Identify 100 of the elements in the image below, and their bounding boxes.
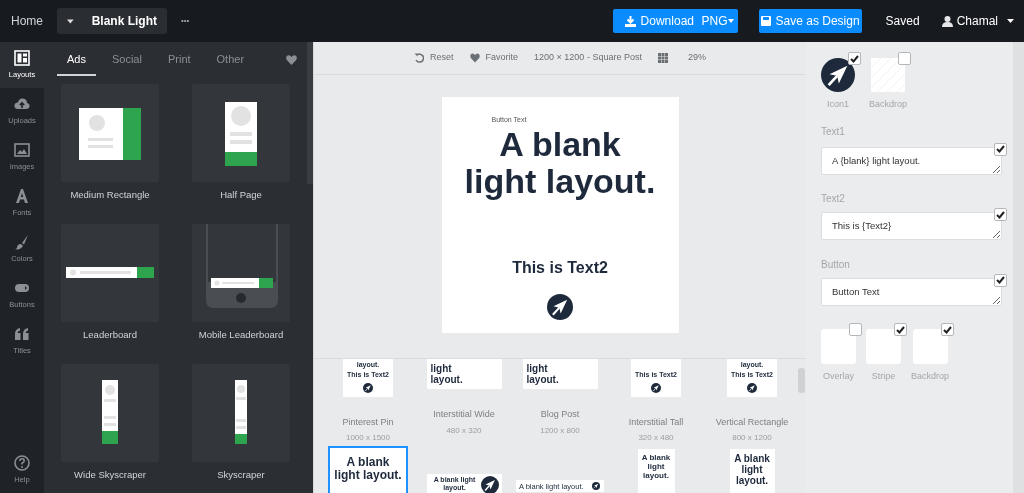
template-size: 320 x 480 — [638, 432, 674, 444]
category-tab[interactable]: Ads — [57, 44, 96, 76]
template-title: Interstitial Tall — [628, 415, 684, 429]
swatch-label: Overlay — [823, 370, 854, 383]
save-status: Saved — [885, 13, 920, 30]
reset-button[interactable]: Reset — [414, 51, 454, 65]
layout-title: Leaderboard — [83, 328, 137, 342]
scrollbar-thumb[interactable] — [307, 42, 313, 184]
quote-icon — [14, 325, 30, 342]
layout-title: Skyscraper — [217, 468, 265, 482]
undo-icon — [414, 53, 425, 63]
template-thumbnail[interactable]: A blank light layout. — [637, 449, 675, 493]
template-title: Vertical Rectangle — [715, 415, 789, 429]
font-icon — [14, 187, 30, 204]
layout-card[interactable] — [192, 224, 290, 322]
scrollbar-thumb[interactable] — [798, 368, 805, 393]
color-swatch[interactable] — [912, 329, 948, 364]
caret-icon — [1007, 19, 1014, 23]
grid-icon — [657, 53, 668, 63]
template-size: 1200 x 800 — [540, 424, 580, 437]
layout-card[interactable] — [192, 84, 290, 182]
arrow-circle-icon — [547, 293, 573, 320]
check-icon — [896, 325, 905, 334]
color-swatch[interactable] — [866, 329, 901, 364]
template-size: 480 x 320 — [446, 424, 482, 437]
text-field[interactable]: This is {Text2} — [821, 212, 1002, 240]
template-title: Pinterest Pin — [342, 415, 394, 429]
check-icon — [996, 210, 1005, 219]
image-label: Backdrop — [869, 98, 908, 111]
template-thumbnail[interactable]: A blank light layout. — [330, 448, 406, 493]
layout-preview-drawing — [235, 380, 247, 444]
layout-card[interactable] — [61, 224, 159, 322]
category-tab[interactable]: Social — [101, 44, 152, 76]
field-label: Button — [821, 257, 851, 272]
design-menu[interactable]: Blank Light — [57, 8, 167, 34]
layout-title: Wide Skyscraper — [74, 468, 146, 482]
layout-preview-drawing — [102, 380, 118, 444]
arrow-circle-icon — [821, 58, 855, 92]
template-size: 1000 x 1500 — [345, 432, 390, 444]
check-icon — [942, 325, 952, 334]
save-icon — [760, 16, 771, 26]
subheading-text: This is Text2 — [512, 257, 608, 278]
thumbnail-text: A blank light layout. — [333, 456, 403, 482]
layout-card[interactable] — [61, 84, 159, 182]
color-swatch[interactable] — [821, 329, 856, 364]
template-size: 800 x 1200 — [732, 432, 772, 444]
backdrop-swatch — [871, 58, 905, 92]
template-thumbnail[interactable]: light layout. — [426, 359, 502, 389]
scrollbar-track[interactable] — [1013, 42, 1024, 493]
checkbox[interactable] — [940, 323, 954, 336]
arrow-circle-icon — [651, 382, 661, 393]
download-icon — [624, 15, 636, 27]
checkbox[interactable] — [994, 142, 1007, 156]
check-icon — [996, 276, 1005, 284]
thumbnail-text: light — [430, 363, 452, 374]
zoom-level: 29% — [687, 51, 706, 65]
field-label: Text2 — [821, 192, 846, 206]
template-thumbnail[interactable]: A blank light layout. — [729, 449, 775, 493]
canvas-size: 1200 × 1200 - Square Post — [534, 51, 642, 65]
layout-title: Mobile Leaderboard — [198, 328, 284, 342]
thumbnail-text: A blank light layout. — [733, 453, 771, 486]
category-tab[interactable]: Print — [157, 44, 201, 76]
thumbnail-text: light — [526, 363, 548, 374]
cloud-upload-icon — [14, 95, 30, 112]
arrow-circle-icon — [363, 382, 373, 393]
grid-toggle[interactable] — [657, 53, 668, 63]
more-menu[interactable]: ••• — [181, 15, 190, 27]
checkbox[interactable] — [848, 52, 861, 65]
template-title: Interstitial Wide — [433, 408, 495, 421]
text-field[interactable]: A {blank} light layout. — [821, 146, 1002, 175]
field-label: Text1 — [821, 124, 846, 139]
checkbox[interactable] — [894, 323, 907, 336]
headline-text: A blank light layout. — [463, 125, 657, 200]
favorite-button[interactable]: Favorite — [469, 51, 519, 65]
layout-card[interactable] — [61, 364, 159, 462]
layout-preview-drawing — [79, 108, 141, 160]
image-label: Icon1 — [827, 98, 849, 111]
checkbox[interactable] — [994, 273, 1007, 287]
template-title: Blog Post — [540, 408, 580, 421]
caret-icon — [727, 19, 734, 23]
home-link[interactable]: Home — [11, 12, 57, 30]
layout-preview-drawing — [225, 102, 257, 166]
thumbnail-text: layout. — [430, 374, 463, 385]
image-icon — [14, 141, 30, 158]
caret-icon — [67, 18, 74, 24]
swatch-label: Stripe — [871, 370, 896, 383]
heart-icon — [469, 53, 480, 63]
layout-title: Medium Rectangle — [70, 188, 150, 202]
category-tab[interactable]: Other — [206, 44, 255, 76]
template-thumbnail[interactable]: light layout. — [522, 359, 598, 389]
thumbnail-text: A blank light layout. — [640, 453, 672, 480]
thumbnail-text: layout. — [526, 374, 559, 385]
text-field[interactable]: Button Text — [821, 277, 1002, 306]
checkbox[interactable] — [898, 52, 911, 65]
checkbox[interactable] — [994, 208, 1007, 221]
checkbox[interactable] — [849, 323, 862, 336]
layout-icon — [14, 49, 30, 66]
help-icon — [14, 454, 30, 471]
layout-card[interactable] — [192, 364, 290, 462]
user-menu[interactable]: Chamal — [941, 12, 1014, 30]
